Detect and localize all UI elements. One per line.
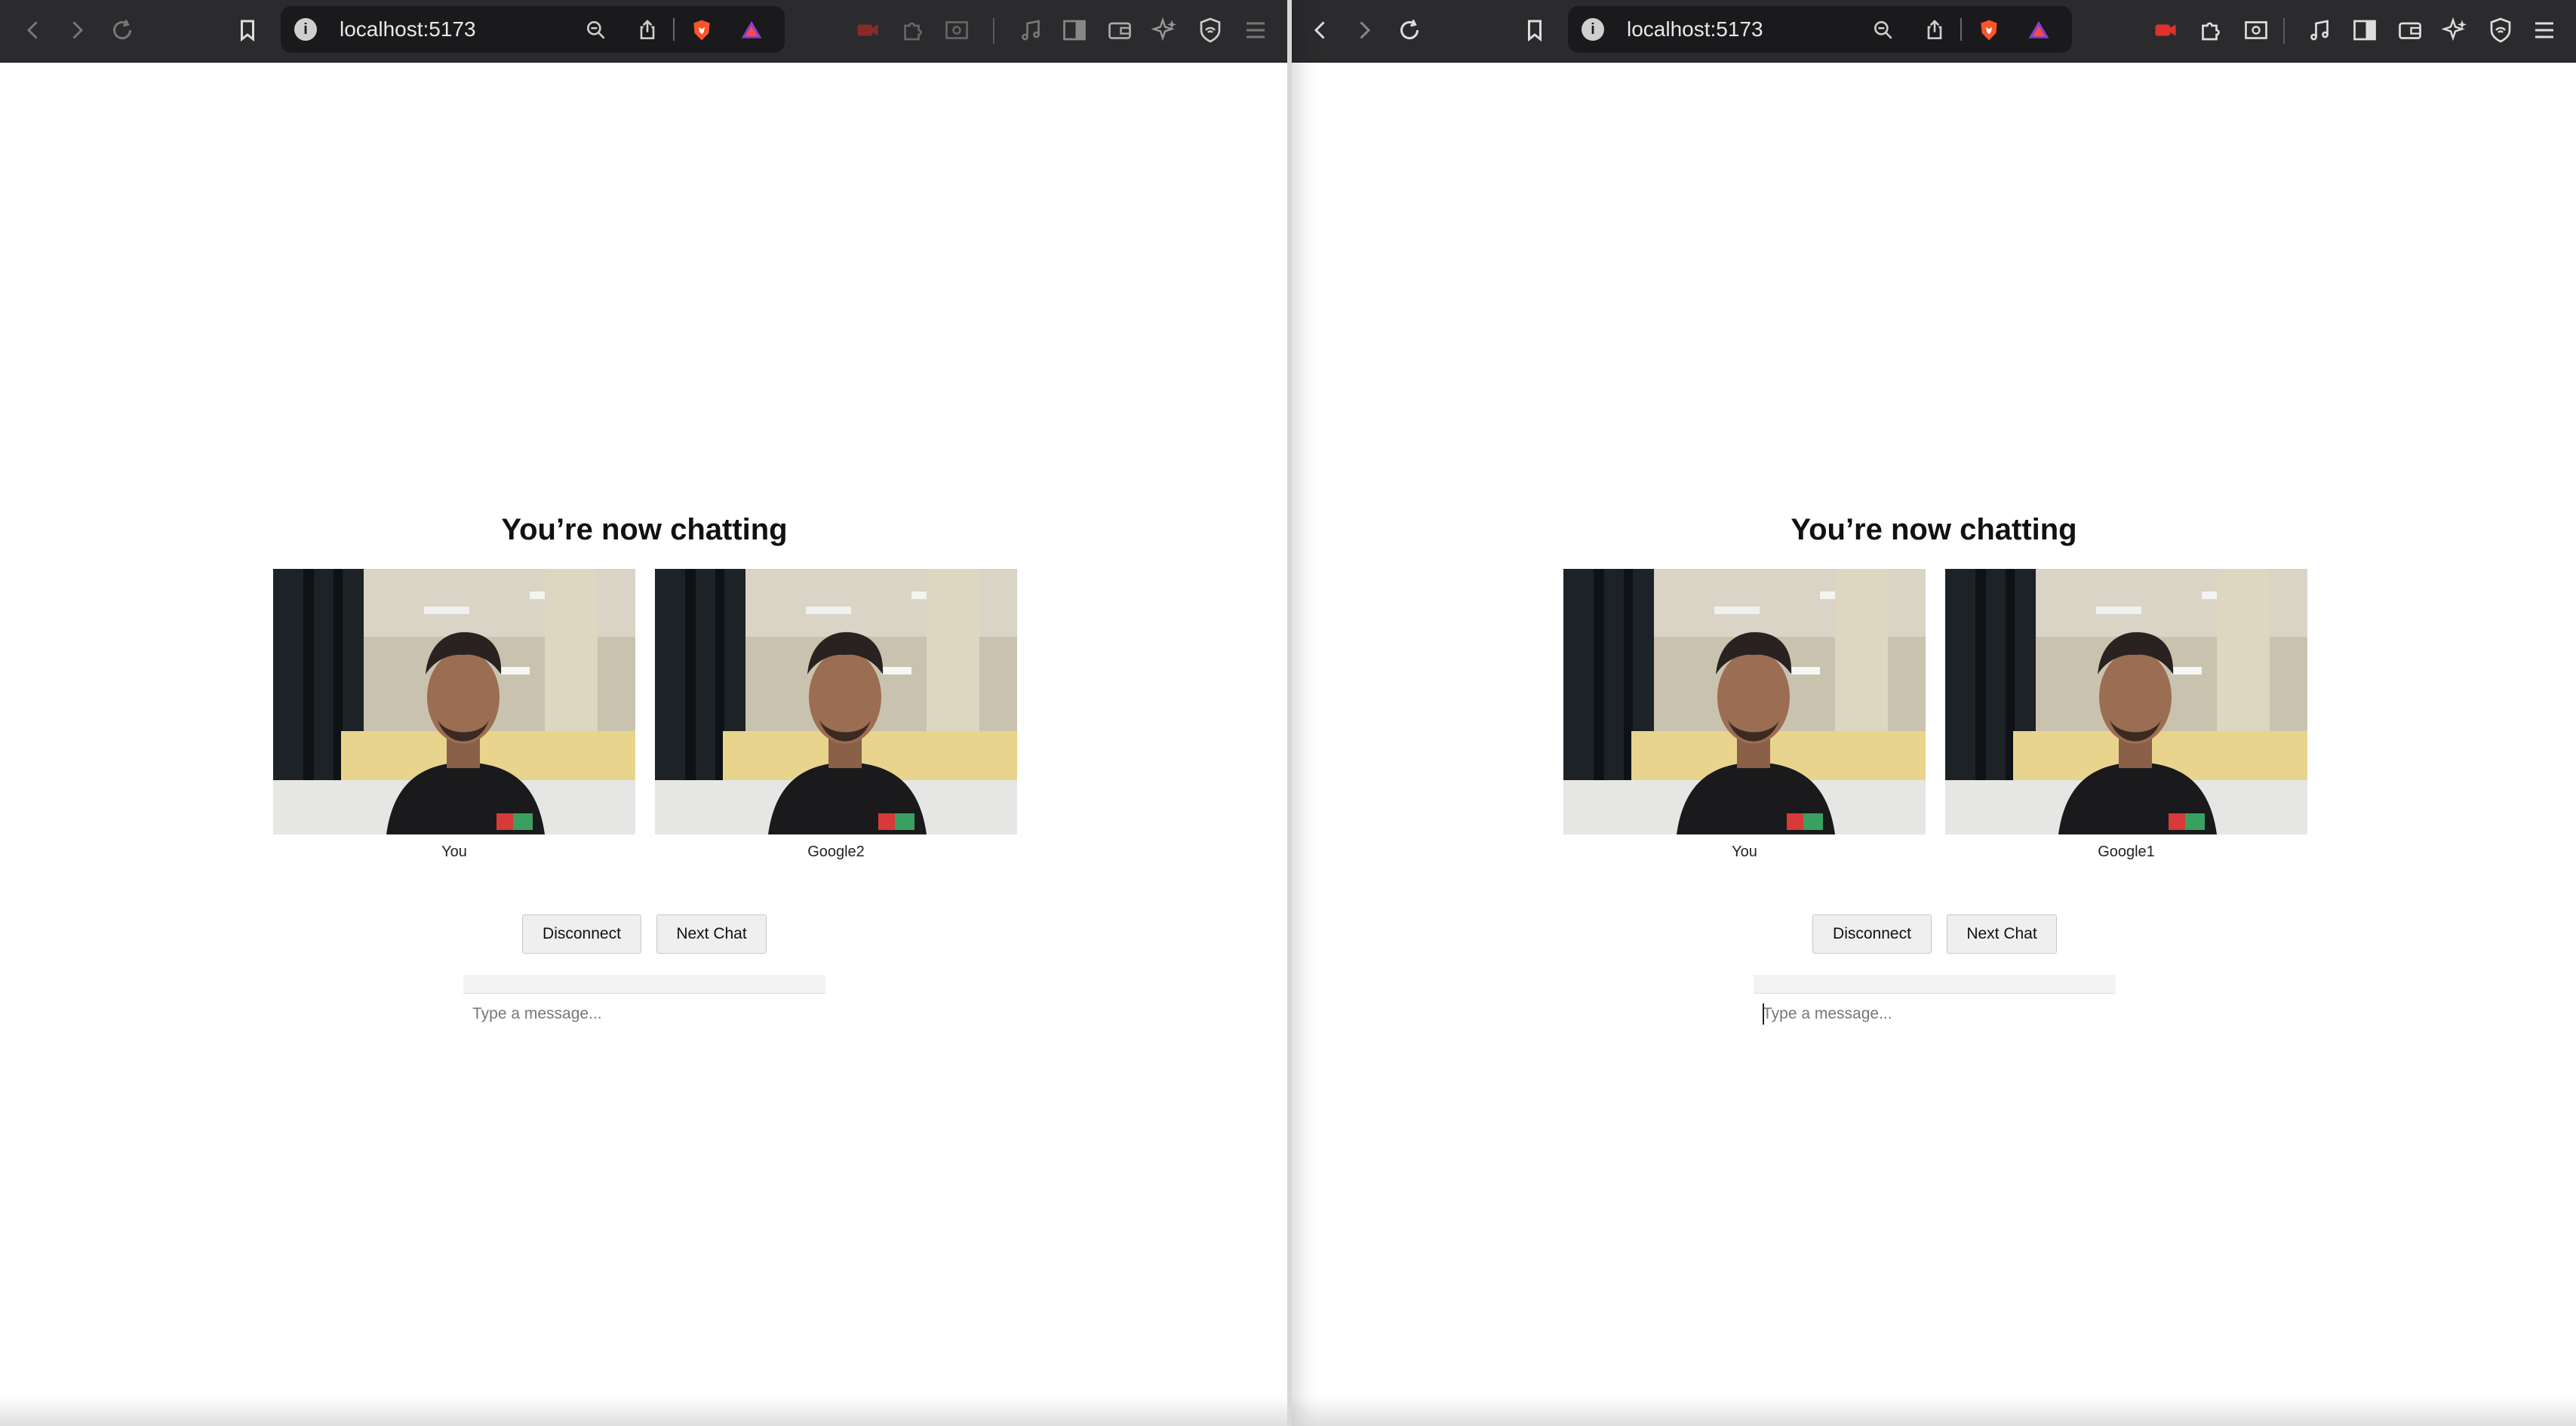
screen-record-icon[interactable] [847, 9, 889, 51]
brave-rewards-icon[interactable] [735, 14, 768, 47]
window-bottom-edge [0, 1396, 1289, 1426]
media-icon[interactable] [1010, 9, 1052, 51]
sidebar-icon[interactable] [1053, 9, 1096, 51]
back-arrow-icon[interactable] [12, 9, 54, 51]
next-chat-button[interactable]: Next Chat [1947, 914, 2057, 954]
leo-ai-icon[interactable] [1144, 9, 1186, 51]
message-input[interactable] [1754, 994, 2119, 1034]
reader-mode-icon[interactable] [936, 9, 978, 51]
address-bar[interactable]: i localhost:5173 [281, 6, 785, 53]
local-video [273, 569, 635, 834]
screen-record-icon[interactable] [2144, 9, 2187, 51]
message-list [1754, 975, 2116, 994]
browser-toolbar: i localhost:5173 [0, 0, 1289, 63]
menu-icon[interactable] [2523, 9, 2565, 51]
extensions-icon[interactable] [892, 9, 934, 51]
brave-shields-icon[interactable] [685, 14, 718, 47]
url-separator [1960, 18, 1962, 41]
address-bar[interactable]: i localhost:5173 [1568, 6, 2072, 53]
url-separator [673, 18, 675, 41]
remote-video [655, 569, 1017, 834]
brave-rewards-icon[interactable] [2022, 14, 2055, 47]
reload-icon[interactable] [1388, 9, 1431, 51]
disconnect-button[interactable]: Disconnect [522, 914, 641, 954]
vpn-icon[interactable] [1189, 9, 1231, 51]
site-info-icon[interactable]: i [294, 18, 317, 41]
browser-toolbar: i localhost:5173 [1292, 0, 2576, 63]
browser-window-left: i localhost:5173 You’re now chatting You… [0, 0, 1289, 1426]
extensions-icon[interactable] [2190, 9, 2232, 51]
bookmark-icon[interactable] [1514, 9, 1556, 51]
url-text: localhost:5173 [1627, 17, 1763, 41]
next-chat-button[interactable]: Next Chat [656, 914, 767, 954]
zoom-icon[interactable] [1867, 14, 1900, 47]
local-video-label: You [441, 844, 467, 860]
forward-arrow-icon[interactable] [1343, 9, 1385, 51]
reload-icon[interactable] [101, 9, 143, 51]
page-heading: You’re now chatting [501, 513, 788, 546]
toolbar-separator [993, 18, 994, 44]
message-input[interactable] [463, 994, 828, 1034]
back-arrow-icon[interactable] [1299, 9, 1342, 51]
local-video [1563, 569, 1926, 834]
share-icon[interactable] [631, 14, 664, 47]
share-icon[interactable] [1918, 14, 1951, 47]
remote-video-label: Google2 [807, 844, 865, 860]
url-text: localhost:5173 [340, 17, 476, 41]
wallet-icon[interactable] [2389, 9, 2431, 51]
bookmark-icon[interactable] [226, 9, 269, 51]
remote-video-label: Google1 [2098, 844, 2155, 860]
remote-video [1945, 569, 2307, 834]
message-list [463, 975, 825, 994]
window-divider [1287, 0, 1292, 1426]
brave-shields-icon[interactable] [1972, 14, 2006, 47]
vpn-icon[interactable] [2479, 9, 2522, 51]
zoom-icon[interactable] [579, 14, 613, 47]
forward-arrow-icon[interactable] [56, 9, 98, 51]
browser-window-right: i localhost:5173 You’re now chatting You… [1292, 0, 2576, 1426]
toolbar-separator [2283, 18, 2285, 44]
leo-ai-icon[interactable] [2434, 9, 2476, 51]
window-bottom-edge [1292, 1396, 2576, 1426]
site-info-icon[interactable]: i [1582, 18, 1604, 41]
media-icon[interactable] [2298, 9, 2341, 51]
sidebar-icon[interactable] [2344, 9, 2386, 51]
wallet-icon[interactable] [1099, 9, 1141, 51]
text-caret [1763, 1003, 1764, 1025]
disconnect-button[interactable]: Disconnect [1812, 914, 1932, 954]
page-heading: You’re now chatting [1791, 513, 2077, 546]
menu-icon[interactable] [1234, 9, 1277, 51]
reader-mode-icon[interactable] [2235, 9, 2277, 51]
local-video-label: You [1732, 844, 1757, 860]
